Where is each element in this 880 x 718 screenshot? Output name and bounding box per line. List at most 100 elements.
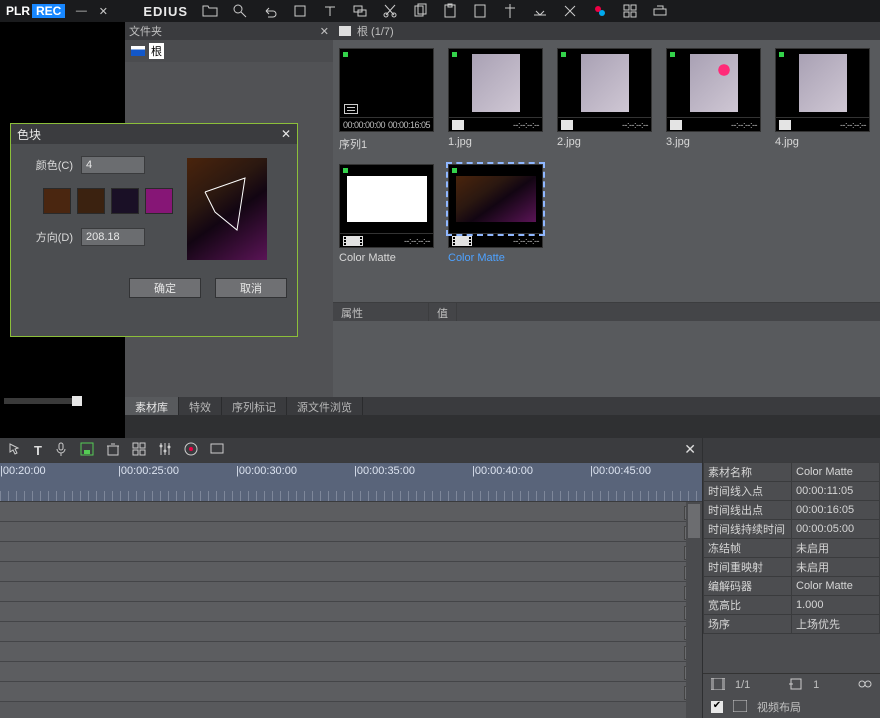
clip-icon[interactable] [292, 3, 308, 19]
color-icon[interactable] [592, 3, 608, 19]
marker-count: 1 [813, 679, 819, 691]
timeline-tool-grid-icon[interactable] [132, 442, 146, 459]
source-tab[interactable]: 源文件浏览 [287, 397, 363, 415]
clip-name: 2.jpg [557, 136, 652, 148]
ruler-tick: |00:00:45:00 [590, 465, 651, 477]
plr-label: PLR [0, 4, 32, 18]
track-row[interactable] [0, 622, 702, 642]
dialog-close-icon[interactable]: ✕ [281, 127, 291, 141]
track-row[interactable] [0, 542, 702, 562]
color-swatches [43, 188, 173, 214]
insp-val: 未启用 [792, 539, 880, 558]
insp-key: 宽高比 [704, 596, 792, 615]
timeline-tracks [0, 502, 702, 702]
timeline-tool-save-icon[interactable] [80, 442, 94, 459]
track-row[interactable] [0, 602, 702, 622]
timeline-close-icon[interactable]: ✕ [684, 441, 696, 458]
track-row[interactable] [0, 662, 702, 682]
color-swatch[interactable] [77, 188, 105, 214]
search-icon[interactable] [232, 3, 248, 19]
marker-icon[interactable] [502, 3, 518, 19]
paste-alt-icon[interactable] [472, 3, 488, 19]
source-tab[interactable]: 特效 [179, 397, 222, 415]
bin-clip[interactable]: --:--:--:--2.jpg [557, 48, 652, 152]
layers-icon[interactable] [352, 3, 368, 19]
track-row[interactable] [0, 582, 702, 602]
insp-key: 冻结帧 [704, 539, 792, 558]
timeline-ruler[interactable]: |00:20:00|00:00:25:00|00:00:30:00|00:00:… [0, 462, 702, 502]
color-swatch[interactable] [145, 188, 173, 214]
track-row[interactable] [0, 522, 702, 542]
insp-key: 时间线出点 [704, 501, 792, 520]
window-controls: — ✕ [73, 5, 111, 18]
tray-icon[interactable] [652, 3, 668, 19]
folder-root-item[interactable]: 根 [125, 40, 333, 62]
bin-clip[interactable]: --:--:--:--Color Matte [339, 164, 434, 264]
cancel-button[interactable]: 取消 [215, 278, 287, 298]
paste-icon[interactable] [442, 3, 458, 19]
folder-root-label: 根 [149, 43, 164, 59]
bin-clip[interactable]: --:--:--:--Color Matte [448, 164, 543, 264]
dialog-title: 色块 [17, 126, 41, 143]
clip-name: 序列1 [339, 136, 434, 152]
insp-val: 未启用 [792, 558, 880, 577]
ok-button[interactable]: 确定 [129, 278, 201, 298]
bin-clip[interactable]: --:--:--:--4.jpg [775, 48, 870, 152]
track-row[interactable] [0, 682, 702, 702]
insp-val: 上场优先 [792, 615, 880, 634]
direction-input[interactable] [81, 228, 145, 246]
layout-thumb-icon [733, 700, 747, 715]
minimize-icon[interactable]: — [73, 5, 89, 18]
color-swatch[interactable] [43, 188, 71, 214]
timeline-tool-text-icon[interactable]: T [34, 443, 42, 458]
layout-label: 视频布局 [757, 699, 801, 715]
folder-icon[interactable] [202, 3, 218, 19]
timeline-tool-target-icon[interactable] [184, 442, 198, 459]
cut-icon[interactable] [382, 3, 398, 19]
delete-icon[interactable] [562, 3, 578, 19]
layout-checkbox[interactable] [711, 701, 723, 713]
insp-key: 场序 [704, 615, 792, 634]
marker-nav-icon[interactable] [789, 678, 803, 693]
timeline-tool-bin-icon[interactable] [106, 442, 120, 459]
track-row[interactable] [0, 642, 702, 662]
panel-close-icon[interactable]: ✕ [320, 25, 329, 38]
insp-val: 00:00:05:00 [792, 520, 880, 539]
page-indicator: 1/1 [735, 679, 750, 691]
timeline-scrollbar[interactable] [686, 502, 702, 718]
insp-val: 00:00:16:05 [792, 501, 880, 520]
bin-clip[interactable]: --:--:--:--3.jpg [666, 48, 761, 152]
bin-thumbnails: 00:00:00:0000:00:16:05序列1--:--:--:--1.jp… [333, 40, 880, 302]
track-row[interactable] [0, 502, 702, 522]
clip-name: Color Matte [448, 252, 543, 264]
undo-icon[interactable] [262, 3, 278, 19]
timeline-tool-screen-icon[interactable] [210, 442, 224, 459]
track-row[interactable] [0, 562, 702, 582]
color-count-input[interactable] [81, 156, 145, 174]
bin-folder-icon [339, 26, 351, 36]
gradient-preview[interactable] [187, 158, 267, 260]
grid-icon[interactable] [622, 3, 638, 19]
source-tab[interactable]: 素材库 [125, 397, 179, 415]
link-icon[interactable] [858, 678, 872, 693]
monitor-slider[interactable] [4, 398, 82, 404]
source-tab[interactable]: 序列标记 [222, 397, 287, 415]
timeline-tool-mic-icon[interactable] [54, 442, 68, 459]
title-icon[interactable] [322, 3, 338, 19]
bin-clip[interactable]: --:--:--:--1.jpg [448, 48, 543, 152]
color-swatch[interactable] [111, 188, 139, 214]
line-icon[interactable] [532, 3, 548, 19]
ruler-tick: |00:00:40:00 [472, 465, 533, 477]
source-tabs: 素材库特效序列标记源文件浏览 [125, 397, 880, 415]
main-toolbar [202, 3, 668, 19]
copy-icon[interactable] [412, 3, 428, 19]
timeline-tool-cursor-icon[interactable] [8, 442, 22, 459]
close-icon[interactable]: ✕ [95, 5, 111, 18]
ruler-tick: |00:00:25:00 [118, 465, 179, 477]
bin-clip[interactable]: 00:00:00:0000:00:16:05序列1 [339, 48, 434, 152]
bin-title: 根 (1/7) [357, 23, 394, 39]
inspector-table: 素材名称Color Matte时间线入点00:00:11:05时间线出点00:0… [703, 462, 880, 634]
color-count-label: 颜色(C) [21, 157, 73, 173]
timeline-panel: T ✕ |00:20:00|00:00:25:00|00:00:30:00|00… [0, 438, 702, 718]
timeline-tool-mixer-icon[interactable] [158, 442, 172, 459]
